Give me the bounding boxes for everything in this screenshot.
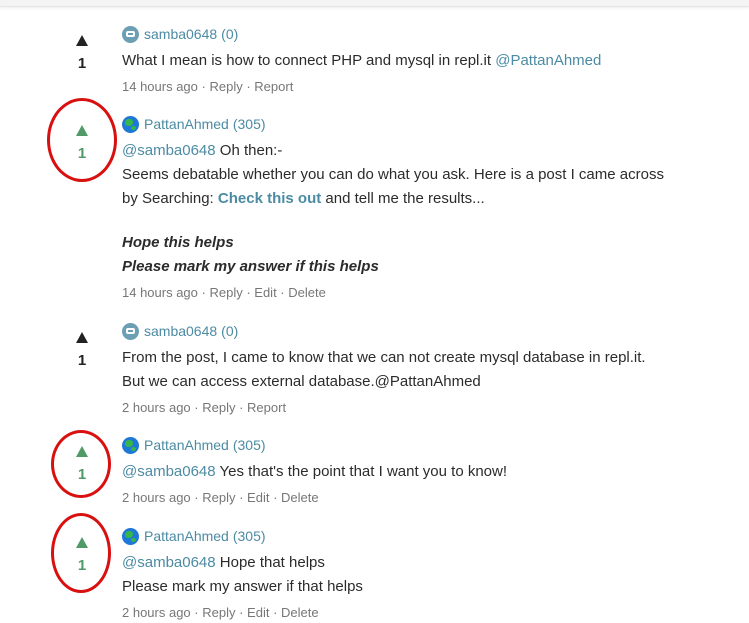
check-this-out-link[interactable]: Check this out xyxy=(218,190,321,207)
vote-control: 1 xyxy=(64,446,100,483)
comment-text: @samba0648 Hope that helps Please mark m… xyxy=(122,554,363,595)
vote-control: 1 xyxy=(64,537,100,574)
vote-count: 1 xyxy=(77,352,87,369)
author-link[interactable]: samba0648 xyxy=(144,26,217,42)
timestamp: 2 hours ago xyxy=(122,605,191,620)
author-link[interactable]: PattanAhmed xyxy=(144,116,229,132)
mention-link[interactable]: @PattanAhmed xyxy=(495,52,601,69)
comment-text: What I mean is how to connect PHP and my… xyxy=(122,52,602,69)
edit-link[interactable]: Edit xyxy=(254,285,276,300)
vote-control: 1 xyxy=(64,125,100,162)
globe-avatar-icon[interactable] xyxy=(122,115,139,133)
top-bar xyxy=(0,0,749,7)
upvote-arrow-icon[interactable] xyxy=(76,332,88,343)
comment-text: From the post, I came to know that we ca… xyxy=(122,349,646,390)
timestamp: 2 hours ago xyxy=(122,400,191,415)
reply-link[interactable]: Reply xyxy=(202,400,235,415)
comment-text: @samba0648 Oh then:- Seems debatable whe… xyxy=(122,142,664,275)
edit-link[interactable]: Edit xyxy=(247,605,269,620)
vote-control: 1 xyxy=(64,332,100,369)
reputation: (0) xyxy=(221,26,239,42)
vote-count: 1 xyxy=(77,466,87,483)
upvote-arrow-icon[interactable] xyxy=(76,35,88,46)
delete-link[interactable]: Delete xyxy=(281,605,319,620)
timestamp: 14 hours ago xyxy=(122,285,198,300)
reply-link[interactable]: Reply xyxy=(209,285,242,300)
comment-meta: 2 hours ago · Reply · Edit · Delete xyxy=(122,605,319,620)
vote-count: 1 xyxy=(77,557,87,574)
upvote-arrow-icon[interactable] xyxy=(76,446,88,457)
timestamp: 2 hours ago xyxy=(122,490,191,505)
vote-count: 1 xyxy=(77,145,87,162)
timestamp: 14 hours ago xyxy=(122,79,198,94)
comment-meta: 14 hours ago · Reply · Edit · Delete xyxy=(122,285,326,300)
comment-meta: 2 hours ago · Reply · Edit · Delete xyxy=(122,490,319,505)
edit-link[interactable]: Edit xyxy=(247,490,269,505)
globe-avatar-icon[interactable] xyxy=(122,527,139,545)
author-link[interactable]: samba0648 xyxy=(144,323,217,339)
mention-link[interactable]: @samba0648 xyxy=(122,554,216,571)
upvote-arrow-icon[interactable] xyxy=(76,537,88,548)
upvote-arrow-icon[interactable] xyxy=(76,125,88,136)
reply-link[interactable]: Reply xyxy=(202,490,235,505)
report-link[interactable]: Report xyxy=(254,79,293,94)
author-link[interactable]: PattanAhmed xyxy=(144,528,229,544)
author-link[interactable]: PattanAhmed xyxy=(144,437,229,453)
comment-meta: 14 hours ago · Reply · Report xyxy=(122,79,294,94)
delete-link[interactable]: Delete xyxy=(288,285,326,300)
delete-link[interactable]: Delete xyxy=(281,490,319,505)
reply-link[interactable]: Reply xyxy=(209,79,242,94)
mention-link[interactable]: @samba0648 xyxy=(122,463,216,480)
reputation: (305) xyxy=(232,437,266,453)
mention-link[interactable]: @samba0648 xyxy=(122,142,216,159)
reputation: (305) xyxy=(232,528,266,544)
report-link[interactable]: Report xyxy=(247,400,286,415)
robot-avatar-icon[interactable] xyxy=(122,25,139,43)
reputation: (305) xyxy=(232,116,266,132)
globe-avatar-icon[interactable] xyxy=(122,436,139,454)
reputation: (0) xyxy=(221,323,239,339)
comment-text: @samba0648 Yes that's the point that I w… xyxy=(122,463,508,480)
vote-count: 1 xyxy=(77,55,87,72)
robot-avatar-icon[interactable] xyxy=(122,322,139,340)
comment-meta: 2 hours ago · Reply · Report xyxy=(122,400,287,415)
vote-control: 1 xyxy=(64,35,100,72)
reply-link[interactable]: Reply xyxy=(202,605,235,620)
